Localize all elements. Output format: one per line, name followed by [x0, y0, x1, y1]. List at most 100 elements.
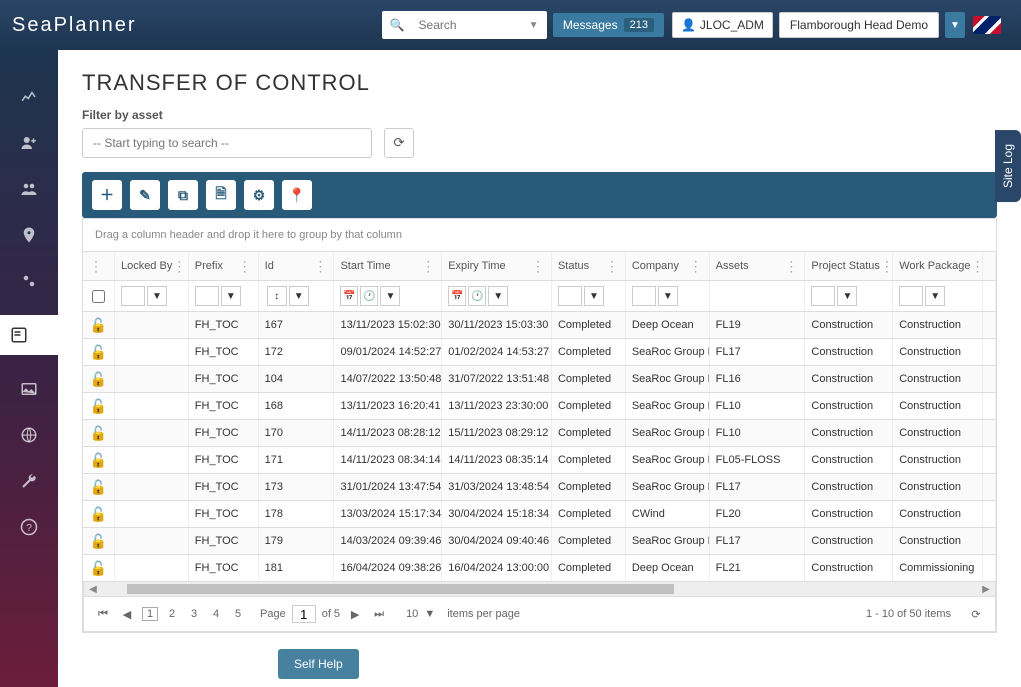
nav-wrench[interactable] — [17, 469, 41, 493]
refresh-icon[interactable]: ⟳ — [967, 605, 985, 623]
nav-location[interactable] — [17, 223, 41, 247]
col-company[interactable]: Company⋮ — [626, 252, 710, 280]
filter-icon[interactable]: ▼ — [584, 286, 604, 306]
table-row[interactable]: 🔓FH_TOC10414/07/2022 13:50:4831/07/2022 … — [83, 365, 996, 392]
table-row[interactable]: 🔓FH_TOC17914/03/2024 09:39:4630/04/2024 … — [83, 527, 996, 554]
scroll-left-icon[interactable]: ◀ — [84, 584, 102, 595]
table-row[interactable]: 🔓FH_TOC17114/11/2023 08:34:1414/11/2023 … — [83, 446, 996, 473]
scroll-thumb[interactable] — [127, 584, 674, 594]
chevron-down-icon[interactable]: ▼ — [424, 608, 435, 620]
table-row[interactable]: 🔓FH_TOC16813/11/2023 16:20:4113/11/2023 … — [83, 392, 996, 419]
calendar-icon[interactable]: 📅 — [448, 286, 466, 306]
nav-analytics[interactable] — [17, 85, 41, 109]
export-pdf-button[interactable]: 🗎 — [206, 180, 236, 210]
select-all-checkbox[interactable] — [92, 290, 105, 303]
page-5[interactable]: 5 — [230, 608, 246, 620]
calendar-icon[interactable]: 📅 — [340, 286, 358, 306]
col-work-package[interactable]: Work Package⋮ — [893, 252, 983, 280]
col-checkbox[interactable]: ⋮ — [83, 252, 115, 280]
global-search[interactable]: 🔍 ▼ — [382, 11, 547, 39]
map-button[interactable]: 📍 — [282, 180, 312, 210]
nav-image[interactable] — [17, 377, 41, 401]
clock-icon[interactable]: 🕐 — [360, 286, 378, 306]
column-menu-icon[interactable]: ⋮ — [531, 258, 545, 275]
page-4[interactable]: 4 — [208, 608, 224, 620]
filter-icon[interactable]: ▼ — [380, 286, 400, 306]
column-menu-icon[interactable]: ⋮ — [89, 258, 103, 275]
nav-globe[interactable] — [17, 423, 41, 447]
clock-icon[interactable]: 🕐 — [468, 286, 486, 306]
site-dropdown-button[interactable]: ▼ — [945, 12, 965, 38]
col-status[interactable]: Status⋮ — [552, 252, 626, 280]
col-expiry[interactable]: Expiry Time⋮ — [442, 252, 552, 280]
settings-button[interactable]: ⚙ — [244, 180, 274, 210]
col-locked-by[interactable]: Locked By⋮ — [115, 252, 189, 280]
messages-button[interactable]: Messages 213 — [553, 13, 664, 37]
column-menu-icon[interactable]: ⋮ — [238, 258, 252, 275]
table-row[interactable]: 🔓FH_TOC17813/03/2024 15:17:3430/04/2024 … — [83, 500, 996, 527]
column-menu-icon[interactable]: ⋮ — [313, 258, 327, 275]
site-log-tab[interactable]: Site Log — [995, 130, 1021, 202]
filter-wp[interactable] — [899, 286, 923, 306]
filter-locked-by[interactable] — [121, 286, 145, 306]
filter-prefix[interactable] — [195, 286, 219, 306]
column-menu-icon[interactable]: ⋮ — [421, 258, 435, 275]
site-selector[interactable]: Flamborough Head Demo — [779, 12, 939, 38]
table-row[interactable]: 🔓FH_TOC17331/01/2024 13:47:5431/03/2024 … — [83, 473, 996, 500]
filter-icon[interactable]: ▼ — [488, 286, 508, 306]
col-extra[interactable] — [983, 252, 996, 280]
column-menu-icon[interactable]: ⋮ — [172, 258, 186, 275]
filter-company[interactable] — [632, 286, 656, 306]
filter-icon[interactable]: ▼ — [837, 286, 857, 306]
search-input[interactable] — [419, 18, 519, 32]
next-page-button[interactable]: ▶ — [346, 605, 364, 623]
nav-help[interactable]: ? — [17, 515, 41, 539]
spinner-icon[interactable]: ↕ — [267, 286, 287, 306]
nav-add-user[interactable] — [17, 131, 41, 155]
self-help-button[interactable]: Self Help — [278, 649, 359, 679]
column-menu-icon[interactable]: ⋮ — [784, 258, 798, 275]
filter-icon[interactable]: ▼ — [658, 286, 678, 306]
prev-page-button[interactable]: ◀ — [118, 605, 136, 623]
filter-icon[interactable]: ▼ — [221, 286, 241, 306]
col-prefix[interactable]: Prefix⋮ — [189, 252, 259, 280]
col-start[interactable]: Start Time⋮ — [334, 252, 442, 280]
col-id[interactable]: Id⋮ — [259, 252, 335, 280]
add-button[interactable]: ＋ — [92, 180, 122, 210]
page-1[interactable]: 1 — [142, 607, 158, 621]
refresh-button[interactable]: ⟳ — [384, 128, 414, 158]
col-project-status[interactable]: Project Status⋮ — [805, 252, 893, 280]
flag-uk-icon[interactable] — [973, 16, 1001, 34]
column-menu-icon[interactable]: ⋮ — [605, 258, 619, 275]
filter-icon[interactable]: ▼ — [925, 286, 945, 306]
filter-icon[interactable]: ▼ — [289, 286, 309, 306]
last-page-button[interactable]: ⏭ — [370, 605, 388, 623]
scroll-right-icon[interactable]: ▶ — [977, 584, 995, 595]
page-size[interactable]: 10 — [406, 608, 418, 620]
filter-ps[interactable] — [811, 286, 835, 306]
page-2[interactable]: 2 — [164, 608, 180, 620]
filter-status[interactable] — [558, 286, 582, 306]
nav-toc[interactable] — [0, 315, 58, 355]
column-menu-icon[interactable]: ⋮ — [971, 258, 983, 275]
page-input[interactable] — [292, 605, 316, 623]
filter-icon[interactable]: ▼ — [147, 286, 167, 306]
column-menu-icon[interactable]: ⋮ — [689, 258, 703, 275]
user-button[interactable]: 👤 JLOC_ADM — [672, 12, 773, 38]
first-page-button[interactable]: ⏮ — [94, 605, 112, 623]
table-row[interactable]: 🔓FH_TOC17014/11/2023 08:28:1215/11/2023 … — [83, 419, 996, 446]
table-row[interactable]: 🔓FH_TOC17209/01/2024 14:52:2701/02/2024 … — [83, 338, 996, 365]
nav-gears[interactable] — [17, 269, 41, 293]
col-assets[interactable]: Assets⋮ — [710, 252, 806, 280]
chevron-down-icon[interactable]: ▼ — [529, 20, 539, 31]
asset-filter-input[interactable] — [82, 128, 372, 158]
edit-button[interactable]: ✎ — [130, 180, 160, 210]
horizontal-scrollbar[interactable]: ◀ ▶ — [83, 581, 996, 597]
nav-people[interactable] — [17, 177, 41, 201]
table-row[interactable]: 🔓FH_TOC16713/11/2023 15:02:3030/11/2023 … — [83, 311, 996, 338]
group-panel[interactable]: Drag a column header and drop it here to… — [83, 218, 996, 251]
page-3[interactable]: 3 — [186, 608, 202, 620]
table-row[interactable]: 🔓FH_TOC18116/04/2024 09:38:2616/04/2024 … — [83, 554, 996, 581]
export-excel-button[interactable]: ⧉ — [168, 180, 198, 210]
column-menu-icon[interactable]: ⋮ — [880, 258, 893, 275]
